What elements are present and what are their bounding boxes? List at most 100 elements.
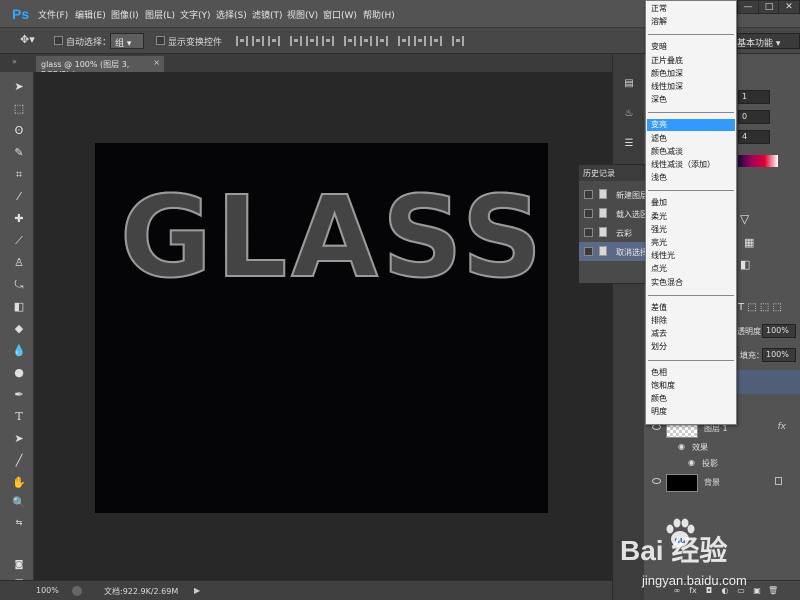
blend-mode-item[interactable]: 线性减淡（添加） (647, 159, 735, 171)
align-bottom-icon[interactable] (268, 36, 280, 46)
history-snapshot-checkbox[interactable] (584, 190, 593, 199)
opacity-input[interactable]: 100% (762, 324, 796, 338)
history-tab[interactable]: 历史记录 (579, 165, 654, 181)
layer-effects-row[interactable]: ◉ 效果 (644, 440, 800, 456)
eyedropper-tool-icon[interactable]: ⁄ (12, 190, 26, 204)
eraser-tool-icon[interactable]: ◧ (12, 300, 26, 314)
layer-filter-icon[interactable]: T ⬚ ⬚ ⬚ (738, 302, 782, 313)
blend-mode-item[interactable]: 实色混合 (647, 277, 735, 289)
distribute-left-icon[interactable] (398, 36, 410, 46)
show-transform-checkbox[interactable] (156, 36, 165, 45)
history-snapshot-checkbox[interactable] (584, 209, 593, 218)
visibility-eye-icon[interactable] (652, 478, 661, 484)
quick-select-tool-icon[interactable]: ✎ (12, 146, 26, 160)
history-snapshot-checkbox[interactable] (584, 228, 593, 237)
menu-image[interactable]: 图像(I) (111, 8, 139, 21)
blend-mode-item[interactable]: 减去 (647, 328, 735, 340)
dodge-tool-icon[interactable]: ● (12, 366, 26, 380)
blend-mode-item[interactable]: 强光 (647, 224, 735, 236)
history-item-selected[interactable]: 取消选择 (579, 242, 654, 261)
blend-mode-item[interactable]: 点光 (647, 263, 735, 275)
history-item[interactable]: 新建图层 (579, 185, 654, 204)
crop-tool-icon[interactable]: ⌗ (12, 168, 26, 182)
blend-mode-item[interactable]: 线性加深 (647, 81, 735, 93)
menu-filter[interactable]: 滤镜(T) (252, 8, 283, 21)
blend-mode-item[interactable]: 划分 (647, 341, 735, 353)
hand-tool-icon[interactable]: ✋ (12, 476, 26, 490)
blend-mode-item[interactable]: 亮光 (647, 237, 735, 249)
blend-mode-item[interactable]: 浅色 (647, 172, 735, 184)
line-tool-icon[interactable]: ╱ (12, 454, 26, 468)
type-tool-icon[interactable]: T (12, 410, 26, 424)
blend-mode-item[interactable]: 溶解 (647, 16, 735, 28)
fill-input[interactable]: 100% (762, 348, 796, 362)
history-snapshot-checkbox[interactable] (584, 247, 593, 256)
minimize-button[interactable]: — (737, 0, 759, 14)
drop-shadow-eye-icon[interactable]: ◉ (688, 458, 695, 467)
menu-type[interactable]: 文字(Y) (180, 8, 211, 21)
menu-help[interactable]: 帮助(H) (363, 8, 395, 21)
blend-mode-item[interactable]: 正常 (647, 3, 735, 15)
history-brush-icon[interactable]: ⤿ (12, 278, 26, 292)
maximize-button[interactable]: □ (758, 0, 780, 14)
blend-mode-item[interactable]: 明度 (647, 406, 735, 418)
align-left-icon[interactable] (290, 36, 302, 46)
blend-mode-item[interactable]: 颜色加深 (647, 68, 735, 80)
paint-bucket-icon[interactable]: ◆ (12, 322, 26, 336)
triangle-icon[interactable]: ▽ (740, 212, 749, 226)
menu-edit[interactable]: 编辑(E) (75, 8, 106, 21)
layer-effect-item[interactable]: ◉ 投影 (644, 456, 800, 472)
gradient-icon[interactable]: ◧ (740, 258, 750, 271)
properties-panel-icon[interactable]: ☰ (623, 138, 635, 150)
auto-select-checkbox[interactable] (54, 36, 63, 45)
blend-mode-item[interactable]: 深色 (647, 94, 735, 106)
status-arrow-icon[interactable]: ▶ (194, 586, 200, 595)
menu-file[interactable]: 文件(F) (38, 8, 68, 21)
blend-mode-item[interactable]: 正片叠底 (647, 55, 735, 67)
move-tool-icon[interactable]: ✥▾ (20, 33, 35, 46)
auto-select-dropdown[interactable]: 组 ▾ (110, 33, 144, 49)
blend-mode-item[interactable]: 线性光 (647, 250, 735, 262)
status-menu-icon[interactable] (72, 586, 82, 596)
menu-layer[interactable]: 图层(L) (145, 8, 175, 21)
close-window-button[interactable]: ✕ (778, 0, 800, 14)
blend-mode-item[interactable]: 饱和度 (647, 380, 735, 392)
healing-brush-icon[interactable]: ✚ (12, 212, 26, 226)
align-top-icon[interactable] (236, 36, 248, 46)
swap-colors-icon[interactable]: ⇆ (12, 516, 26, 530)
blend-mode-item[interactable]: 颜色减淡 (647, 146, 735, 158)
menu-select[interactable]: 选择(S) (216, 8, 247, 21)
distribute-top-icon[interactable] (344, 36, 356, 46)
blend-mode-item[interactable]: 排除 (647, 315, 735, 327)
clone-stamp-icon[interactable]: ♙ (12, 256, 26, 270)
history-item[interactable]: 载入选区 (579, 204, 654, 223)
zoom-level[interactable]: 100% (36, 586, 59, 595)
history-panel-icon[interactable]: ▤ (623, 78, 635, 90)
align-hcenter-icon[interactable] (306, 36, 318, 46)
blend-mode-item[interactable]: 差值 (647, 302, 735, 314)
blend-mode-item[interactable]: 变亮 (647, 119, 735, 132)
menu-window[interactable]: 窗口(W) (323, 8, 357, 21)
blend-mode-item[interactable]: 色相 (647, 367, 735, 379)
property-input-2[interactable]: 0 (738, 110, 770, 124)
workspace-switcher[interactable]: 基本功能 ▾ (730, 33, 800, 49)
distribute-vcenter-icon[interactable] (360, 36, 372, 46)
color-gradient-bar[interactable] (738, 155, 778, 167)
align-right-icon[interactable] (322, 36, 334, 46)
blend-mode-item[interactable]: 滤色 (647, 133, 735, 145)
quick-mask-icon[interactable]: ◙ (12, 558, 26, 572)
grid-icon[interactable]: ▦ (744, 236, 754, 249)
brush-tool-icon[interactable]: ⟋ (12, 234, 26, 248)
distribute-right-icon[interactable] (430, 36, 442, 46)
property-input-3[interactable]: 4 (738, 130, 770, 144)
history-item[interactable]: 云彩 (579, 223, 654, 242)
zoom-tool-icon[interactable]: 🔍 (12, 496, 26, 510)
distribute-bottom-icon[interactable] (376, 36, 388, 46)
blend-mode-item[interactable]: 变暗 (647, 41, 735, 53)
blend-mode-item[interactable]: 叠加 (647, 197, 735, 209)
distribute-hcenter-icon[interactable] (414, 36, 426, 46)
menu-view[interactable]: 视图(V) (287, 8, 318, 21)
actions-panel-icon[interactable]: ♨ (623, 108, 635, 120)
path-select-icon[interactable]: ➤ (12, 432, 26, 446)
background-layer-row[interactable]: 背景 (644, 472, 800, 494)
